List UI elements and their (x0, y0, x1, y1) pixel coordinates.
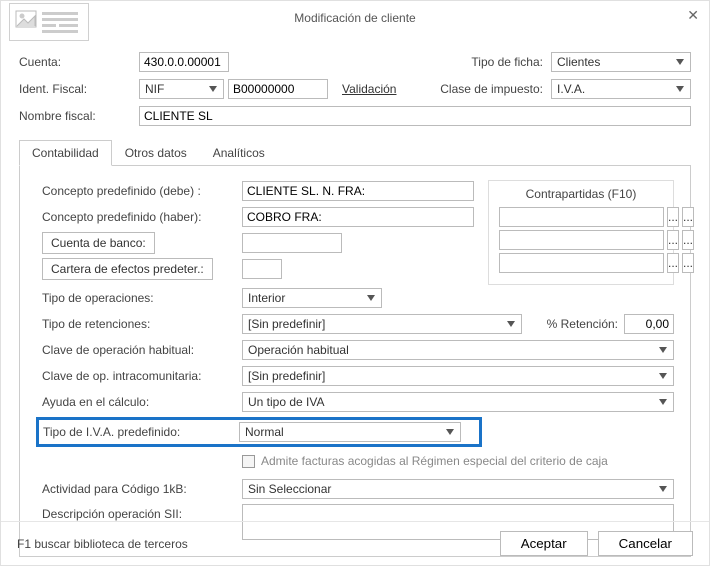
cuenta-banco-input[interactable] (242, 233, 342, 253)
tab-otros-datos[interactable]: Otros datos (112, 140, 200, 166)
tipo-retenciones-select[interactable]: [Sin predefinir] (242, 314, 522, 334)
chevron-down-icon (656, 368, 670, 384)
cuenta-label: Cuenta: (19, 55, 139, 69)
clave-op-hab-select[interactable]: Operación habitual (242, 340, 674, 360)
concepto-haber-input[interactable] (242, 207, 474, 227)
contrapartidas-title: Contrapartidas (F10) (499, 187, 663, 201)
chevron-down-icon (673, 81, 687, 97)
desc-op-sii-label: Descripción operación SII: (42, 504, 242, 521)
clave-op-hab-label: Clave de operación habitual: (42, 343, 242, 357)
actividad-1kb-value: Sin Seleccionar (248, 482, 331, 496)
chevron-down-icon (656, 342, 670, 358)
contrapartida-extra-2[interactable]: ... (682, 230, 694, 250)
cuenta-banco-button[interactable]: Cuenta de banco: (42, 232, 155, 254)
ayuda-calculo-select[interactable]: Un tipo de IVA (242, 392, 674, 412)
tipo-iva-pred-value: Normal (245, 425, 284, 439)
ident-fiscal-label: Ident. Fiscal: (19, 82, 139, 96)
tipo-iva-pred-label: Tipo de I.V.A. predefinido: (43, 425, 239, 439)
chevron-down-icon (364, 290, 378, 306)
clave-op-ic-label: Clave de op. intracomunitaria: (42, 369, 242, 383)
dialog-title: Modificación de cliente (1, 11, 709, 25)
contrapartida-extra-1[interactable]: ... (682, 207, 694, 227)
tab-contabilidad[interactable]: Contabilidad (19, 140, 112, 166)
ident-fiscal-type-select[interactable]: NIF (139, 79, 224, 99)
tipo-ficha-select[interactable]: Clientes (551, 52, 691, 72)
nombre-fiscal-input[interactable] (139, 106, 691, 126)
tipo-retenciones-label: Tipo de retenciones: (42, 317, 242, 331)
cuenta-input[interactable] (139, 52, 229, 72)
tipo-retenciones-value: [Sin predefinir] (248, 317, 325, 331)
chevron-down-icon (656, 481, 670, 497)
close-button[interactable]: ✕ (687, 7, 699, 24)
tab-body-contabilidad: Concepto predefinido (debe) : Concepto p… (19, 166, 691, 557)
titlebar: Modificación de cliente ✕ (1, 1, 709, 41)
ayuda-calculo-value: Un tipo de IVA (248, 395, 325, 409)
criterio-caja-checkbox[interactable] (242, 455, 255, 468)
accept-button[interactable]: Aceptar (500, 531, 588, 556)
actividad-1kb-label: Actividad para Código 1kB: (42, 482, 242, 496)
header-form: Cuenta: Tipo de ficha: Clientes Ident. F… (1, 41, 709, 557)
concepto-debe-input[interactable] (242, 181, 474, 201)
clase-impuesto-value: I.V.A. (557, 82, 585, 96)
chevron-down-icon (206, 81, 220, 97)
clase-impuesto-select[interactable]: I.V.A. (551, 79, 691, 99)
ident-fiscal-input[interactable] (228, 79, 328, 99)
contrapartida-input-2[interactable] (499, 230, 664, 250)
tipo-operaciones-label: Tipo de operaciones: (42, 291, 242, 305)
contrapartida-browse-2[interactable]: ... (667, 230, 679, 250)
criterio-caja-label: Admite facturas acogidas al Régimen espe… (261, 454, 608, 468)
footer-help-text: F1 buscar biblioteca de terceros (17, 537, 188, 551)
contrapartidas-group: Contrapartidas (F10) ... ... ... ... ... (488, 180, 674, 285)
actividad-1kb-select[interactable]: Sin Seleccionar (242, 479, 674, 499)
contrapartida-input-1[interactable] (499, 207, 664, 227)
chevron-down-icon (443, 424, 457, 440)
cancel-button[interactable]: Cancelar (598, 531, 693, 556)
tipo-iva-pred-select[interactable]: Normal (239, 422, 461, 442)
tipo-iva-highlight: Tipo de I.V.A. predefinido: Normal (36, 417, 482, 447)
tipo-operaciones-value: Interior (248, 291, 285, 305)
chevron-down-icon (504, 316, 518, 332)
concepto-haber-label: Concepto predefinido (haber): (42, 210, 242, 224)
clase-impuesto-label: Clase de impuesto: (440, 82, 543, 96)
clave-op-ic-value: [Sin predefinir] (248, 369, 325, 383)
ayuda-calculo-label: Ayuda en el cálculo: (42, 395, 242, 409)
clave-op-ic-select[interactable]: [Sin predefinir] (242, 366, 674, 386)
contrapartida-browse-1[interactable]: ... (667, 207, 679, 227)
chevron-down-icon (673, 54, 687, 70)
contrapartida-extra-3[interactable]: ... (682, 253, 694, 273)
ident-fiscal-type-value: NIF (145, 82, 164, 96)
cartera-efectos-button[interactable]: Cartera de efectos predeter.: (42, 258, 213, 280)
tipo-ficha-label: Tipo de ficha: (471, 55, 543, 69)
chevron-down-icon (656, 394, 670, 410)
tab-analiticos[interactable]: Analíticos (200, 140, 278, 166)
contrapartida-input-3[interactable] (499, 253, 664, 273)
contrapartida-browse-3[interactable]: ... (667, 253, 679, 273)
tipo-operaciones-select[interactable]: Interior (242, 288, 382, 308)
tipo-ficha-value: Clientes (557, 55, 600, 69)
pct-retencion-input[interactable] (624, 314, 674, 334)
dialog-footer: F1 buscar biblioteca de terceros Aceptar… (1, 521, 709, 565)
concepto-debe-label: Concepto predefinido (debe) : (42, 184, 242, 198)
clave-op-hab-value: Operación habitual (248, 343, 349, 357)
pct-retencion-label: % Retención: (547, 317, 618, 331)
nombre-fiscal-label: Nombre fiscal: (19, 109, 139, 123)
dialog-window: Modificación de cliente ✕ Cuenta: Tipo d… (0, 0, 710, 566)
validacion-link[interactable]: Validación (342, 82, 396, 96)
cartera-efectos-input[interactable] (242, 259, 282, 279)
tabs: Contabilidad Otros datos Analíticos (19, 139, 691, 166)
